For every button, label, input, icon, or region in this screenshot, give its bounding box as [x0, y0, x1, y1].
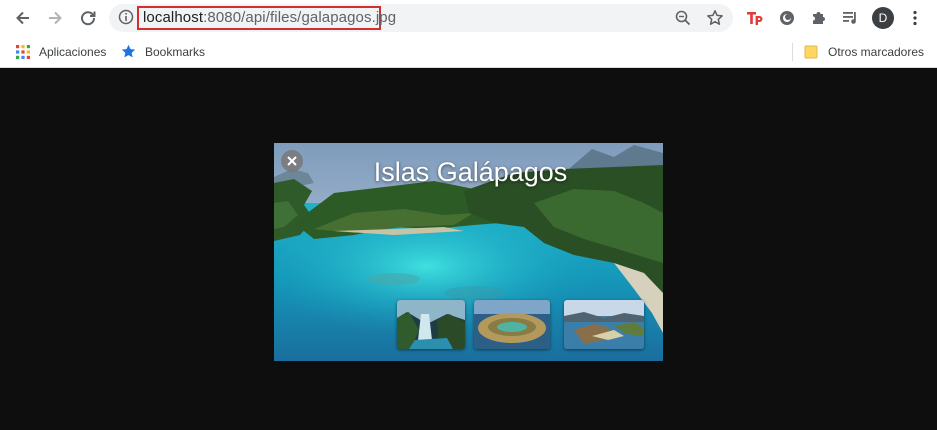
- back-arrow-icon: [16, 11, 29, 25]
- close-icon: [287, 156, 297, 166]
- image-close-button: [281, 150, 303, 172]
- bookmark-apps-label: Aplicaciones: [39, 44, 107, 59]
- info-icon[interactable]: [118, 9, 134, 25]
- star-icon: [121, 44, 136, 58]
- bookmark-star-icon[interactable]: [706, 9, 724, 27]
- thumbnail-bay: [564, 300, 644, 349]
- thumbnail-waterfall: [397, 300, 465, 349]
- thumbnail-crater: [474, 300, 550, 349]
- reload-icon: [81, 11, 96, 26]
- menu-button[interactable]: [905, 8, 925, 28]
- thumbnail-bay-picture: [564, 300, 644, 349]
- bookmarks-divider: [792, 43, 793, 61]
- puzzle-icon: [813, 12, 825, 24]
- url-host: localhost: [143, 9, 204, 26]
- bookmark-bookmarks[interactable]: Bookmarks: [121, 36, 205, 67]
- bookmark-other-label: Otros marcadores: [828, 44, 925, 59]
- url-path: :8080/api/files/galapagos.jpg: [203, 9, 397, 26]
- bookmarks-bar: Aplicaciones Bookmarks Otros marcadores: [0, 36, 937, 68]
- galapagos-image: Islas Galápagos: [274, 143, 663, 361]
- browser-toolbar: localhost:8080/api/files/galapagos.jpg D: [0, 0, 937, 36]
- extension-circle-icon[interactable]: [777, 8, 797, 28]
- image-title: Islas Galápagos: [373, 157, 568, 187]
- bookmark-bookmarks-label: Bookmarks: [145, 44, 206, 59]
- circle-logo-icon: [780, 11, 794, 25]
- back-button[interactable]: [11, 6, 35, 30]
- forward-arrow-icon: [49, 11, 62, 25]
- more-vert-icon: [913, 10, 917, 26]
- extensions-button[interactable]: [809, 8, 829, 28]
- bookmark-other[interactable]: Otros marcadores: [804, 36, 924, 67]
- media-control-button[interactable]: [840, 8, 860, 28]
- folder-icon: [804, 45, 818, 58]
- thumbnail-crater-picture: [474, 300, 550, 349]
- forward-button[interactable]: [43, 6, 67, 30]
- apps-grid-icon: [16, 44, 30, 59]
- reload-button[interactable]: [76, 6, 100, 30]
- profile-avatar[interactable]: D: [872, 7, 894, 29]
- thumbnail-waterfall-picture: [397, 300, 465, 349]
- tp-logo-icon: [747, 12, 763, 25]
- zoom-icon[interactable]: [674, 9, 692, 27]
- extension-tp-icon[interactable]: [745, 8, 765, 28]
- playlist-icon: [843, 12, 856, 24]
- url-text[interactable]: localhost:8080/api/files/galapagos.jpg: [143, 9, 396, 26]
- bookmark-apps[interactable]: Aplicaciones: [16, 36, 106, 67]
